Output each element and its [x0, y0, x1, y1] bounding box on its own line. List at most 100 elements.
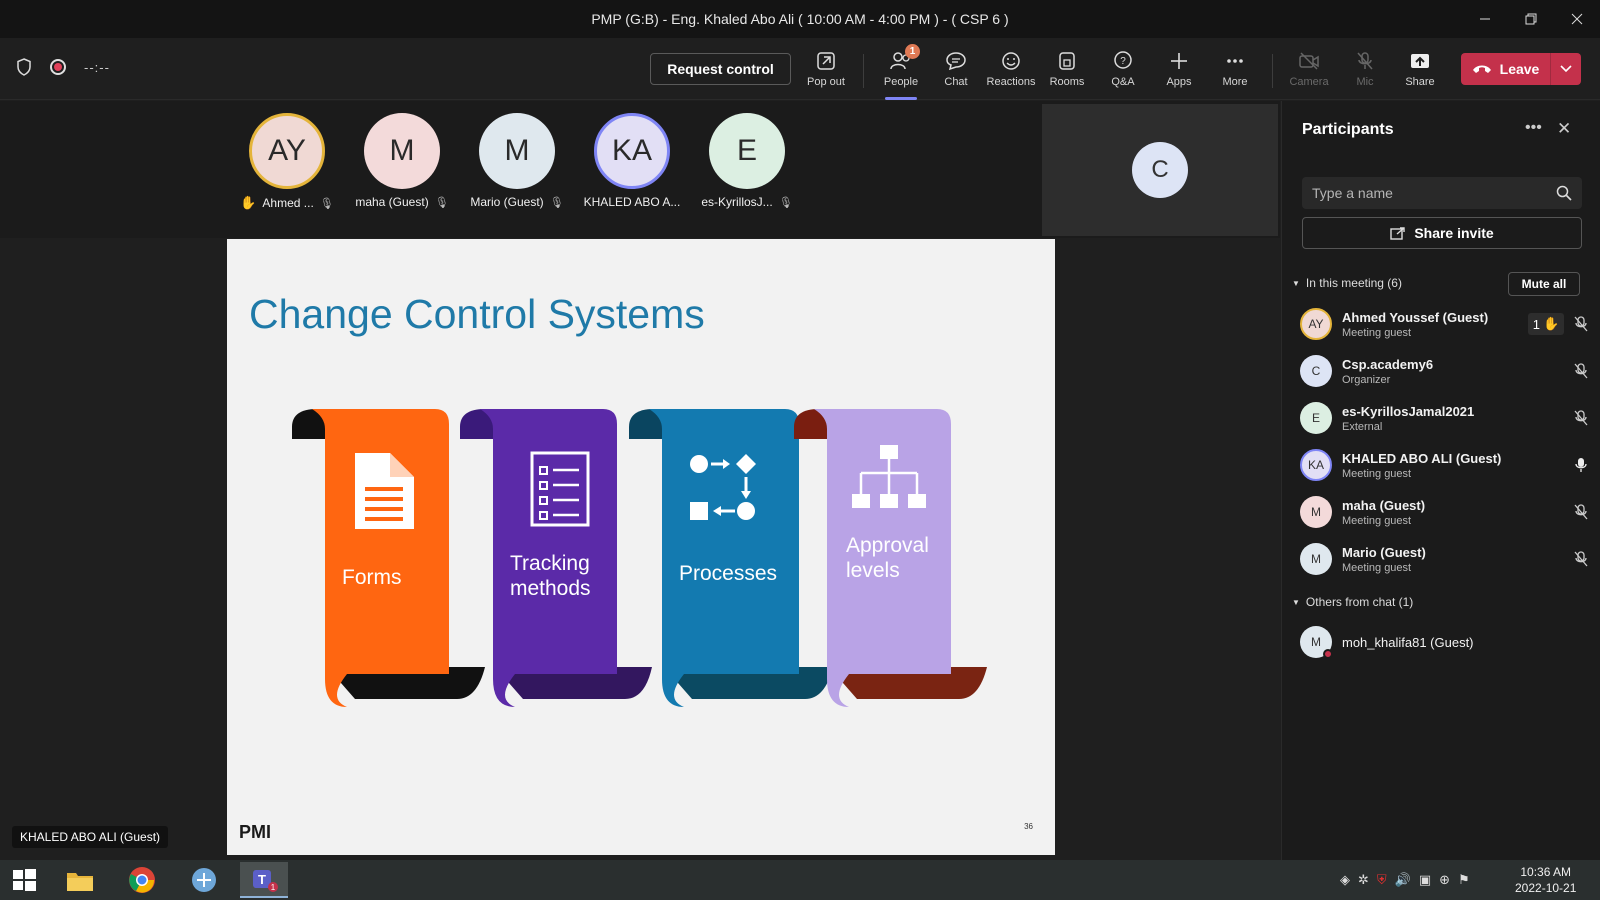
people-button[interactable]: 1 People: [873, 44, 929, 100]
windows-start-icon[interactable]: [0, 862, 48, 898]
mic-off-icon: 🎙: [434, 196, 449, 209]
tray-app-icon[interactable]: ◈: [1340, 872, 1350, 888]
pmi-logo: PMI: [239, 822, 272, 842]
avatar: E: [1300, 402, 1332, 434]
leave-button[interactable]: Leave: [1461, 53, 1551, 85]
avatar: M: [364, 113, 440, 189]
panel-title: Participants: [1302, 121, 1394, 138]
participant-name: Mario (Guest): [470, 195, 544, 209]
avatar: C: [1132, 142, 1188, 198]
participant-tile[interactable]: M maha (Guest) 🎙: [347, 113, 457, 223]
participant-tile[interactable]: M Mario (Guest) 🎙: [462, 113, 572, 223]
mic-off-icon[interactable]: [1572, 363, 1590, 379]
participant-row[interactable]: M moh_khalifa81 (Guest): [1300, 619, 1590, 665]
share-button[interactable]: Share: [1392, 50, 1448, 94]
recording-icon: [50, 59, 66, 75]
chrome-icon[interactable]: [118, 862, 166, 898]
chat-button[interactable]: Chat: [928, 50, 984, 94]
processes-label: Processes: [679, 562, 778, 585]
participant-row[interactable]: E es-KyrillosJamal2021 External: [1300, 395, 1590, 441]
presenter-name-chip: KHALED ABO ALI (Guest): [12, 826, 169, 848]
in-meeting-section-toggle[interactable]: ▼ In this meeting (6): [1292, 276, 1402, 290]
rooms-button[interactable]: Rooms: [1039, 50, 1095, 94]
tray-app-icon[interactable]: ✲: [1358, 872, 1369, 888]
participant-name: maha (Guest): [355, 195, 429, 209]
others-section-toggle[interactable]: ▼ Others from chat (1): [1292, 595, 1413, 609]
teams-icon[interactable]: T1: [240, 862, 288, 898]
mic-off-icon[interactable]: [1572, 316, 1590, 332]
network-icon[interactable]: ▣: [1419, 872, 1431, 888]
participant-tile[interactable]: AY ✋ Ahmed ... 🎙: [232, 113, 342, 223]
search-input[interactable]: [1312, 185, 1556, 201]
participant-name-row: maha (Guest) 🎙: [355, 195, 448, 209]
pop-out-button[interactable]: Pop out: [798, 50, 854, 94]
camera-label: Camera: [1289, 76, 1329, 88]
people-label: People: [883, 76, 919, 88]
qa-button[interactable]: ? Q&A: [1095, 50, 1151, 94]
shield-tray-icon[interactable]: ⛨: [1377, 872, 1387, 888]
more-label: More: [1222, 76, 1248, 88]
participant-role: External: [1342, 420, 1383, 433]
participant-row[interactable]: M maha (Guest) Meeting guest: [1300, 489, 1590, 535]
approval-levels-label: Approval levels: [846, 534, 929, 582]
share-invite-label: Share invite: [1414, 225, 1494, 241]
participant-name-row: ✋ Ahmed ... 🎙: [240, 195, 334, 211]
mute-all-button[interactable]: Mute all: [1508, 272, 1580, 296]
shared-slide: Change Control Systems Forms Tracking me…: [227, 239, 1055, 855]
participant-info: maha (Guest) Meeting guest: [1342, 498, 1572, 527]
chat-icon: [945, 50, 967, 72]
request-control-button[interactable]: Request control: [650, 53, 791, 85]
participant-role: Meeting guest: [1342, 326, 1412, 339]
restore-icon[interactable]: [1508, 0, 1554, 38]
participant-video-tile[interactable]: C: [1042, 104, 1278, 236]
mic-off-icon[interactable]: [1572, 551, 1590, 567]
leave-options-button[interactable]: [1551, 53, 1581, 85]
participant-row[interactable]: KA KHALED ABO ALI (Guest) Meeting guest: [1300, 442, 1590, 488]
mic-on-icon[interactable]: [1572, 457, 1590, 473]
search-icon[interactable]: [1556, 185, 1572, 201]
flag-icon[interactable]: ⚑: [1458, 872, 1470, 888]
participant-tile[interactable]: E es-KyrillosJ... 🎙: [692, 113, 802, 223]
participant-role: Organizer: [1342, 373, 1391, 386]
avatar: KA: [594, 113, 670, 189]
participant-name: Ahmed ...: [262, 196, 314, 210]
participant-row[interactable]: M Mario (Guest) Meeting guest: [1300, 536, 1590, 582]
toolbar-divider: [1272, 54, 1273, 88]
mic-button[interactable]: Mic: [1337, 50, 1393, 94]
apps-label: Apps: [1166, 76, 1192, 88]
panel-more-icon[interactable]: •••: [1525, 119, 1542, 137]
volume-icon[interactable]: 🔊: [1395, 872, 1411, 888]
tracking-methods-label: Tracking methods: [510, 552, 591, 600]
leave-label: Leave: [1499, 61, 1540, 77]
raised-hand-icon: ✋: [1543, 316, 1560, 331]
avatar: E: [709, 113, 785, 189]
file-explorer-icon[interactable]: [56, 862, 104, 898]
participant-name-row: Mario (Guest) 🎙: [470, 195, 563, 209]
close-window-icon[interactable]: [1554, 0, 1600, 38]
mic-off-icon: 🎙: [319, 197, 334, 210]
leave-button-group: Leave: [1461, 53, 1581, 85]
globe-icon[interactable]: ⊕: [1439, 872, 1450, 888]
mic-off-icon[interactable]: [1572, 504, 1590, 520]
avatar-initials: M: [1311, 635, 1321, 649]
close-icon[interactable]: ✕: [1557, 119, 1571, 139]
toolbar-status: --:--: [16, 58, 110, 76]
shield-icon[interactable]: [16, 58, 32, 76]
participants-panel: Participants ••• ✕ Share invite ▼ In thi…: [1281, 101, 1600, 860]
participant-info: Csp.academy6 Organizer: [1342, 357, 1572, 386]
camera-button[interactable]: Camera: [1281, 50, 1337, 94]
minimize-icon[interactable]: [1462, 0, 1508, 38]
participant-row[interactable]: C Csp.academy6 Organizer: [1300, 348, 1590, 394]
network-app-icon[interactable]: [180, 862, 228, 898]
apps-button[interactable]: Apps: [1151, 50, 1207, 94]
participant-row[interactable]: AY Ahmed Youssef (Guest) Meeting guest 1…: [1300, 301, 1590, 347]
more-button[interactable]: More: [1207, 50, 1263, 94]
taskbar-clock[interactable]: 10:36 AM 2022-10-21: [1515, 864, 1576, 896]
reactions-button[interactable]: Reactions: [983, 50, 1039, 94]
participant-tile[interactable]: KA KHALED ABO A...: [577, 113, 687, 223]
participant-role: Meeting guest: [1342, 561, 1412, 574]
mic-off-icon[interactable]: [1572, 410, 1590, 426]
pop-out-label: Pop out: [807, 76, 845, 88]
rooms-label: Rooms: [1049, 76, 1085, 88]
share-invite-button[interactable]: Share invite: [1302, 217, 1582, 249]
